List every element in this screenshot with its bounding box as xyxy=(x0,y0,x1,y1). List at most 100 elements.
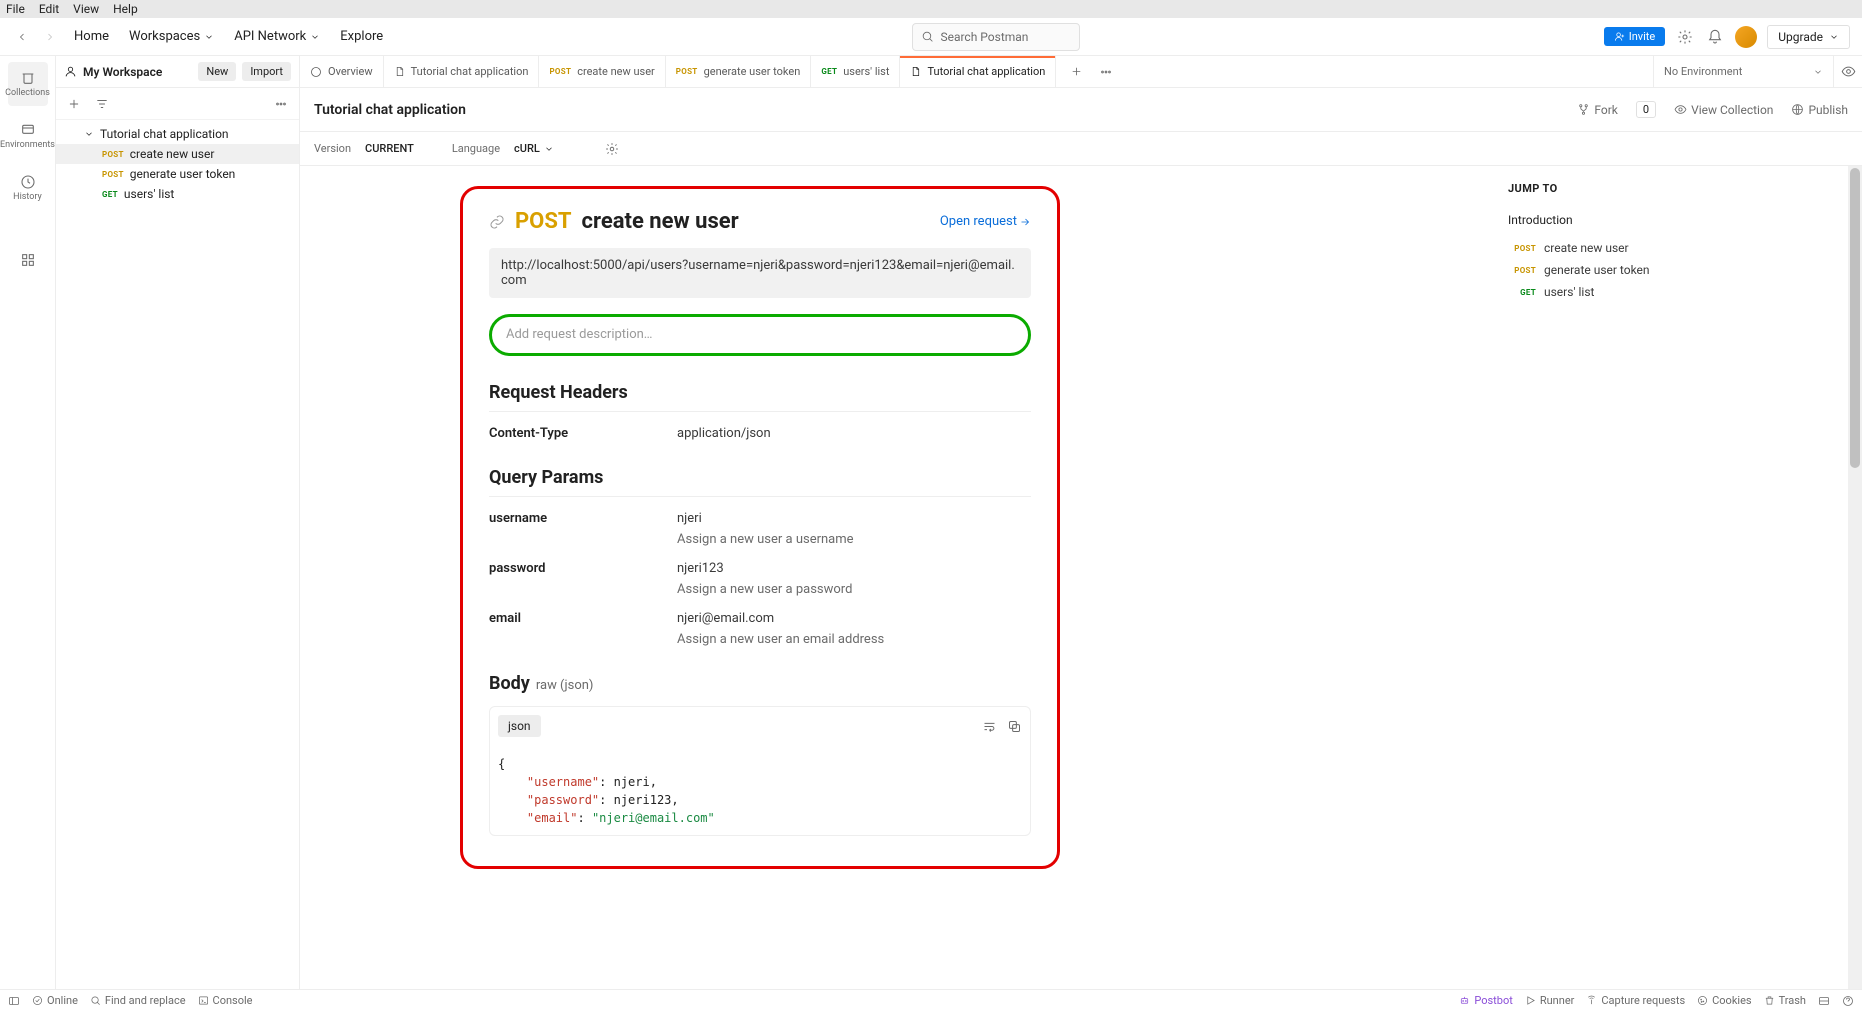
layout-icon[interactable] xyxy=(1818,995,1830,1007)
jump-to-panel: JUMP TO Introduction POSTcreate new user… xyxy=(1488,166,1848,989)
nav-home[interactable]: Home xyxy=(68,25,115,48)
status-trash[interactable]: Trash xyxy=(1764,994,1806,1007)
environment-select[interactable]: No Environment xyxy=(1654,56,1834,87)
main: OverviewTutorial chat applicationPOSTcre… xyxy=(300,56,1862,989)
nav-forward-icon[interactable] xyxy=(40,27,60,47)
filter-icon[interactable] xyxy=(92,94,112,114)
avatar[interactable] xyxy=(1735,26,1757,48)
section-request-headers: Request Headers xyxy=(489,382,1031,412)
jump-to-title: JUMP TO xyxy=(1508,182,1828,195)
tab-more-icon[interactable] xyxy=(1096,62,1116,82)
status-online[interactable]: Online xyxy=(32,994,78,1007)
link-icon[interactable] xyxy=(489,214,505,230)
collection-tree: Tutorial chat application POSTcreate new… xyxy=(56,120,299,208)
menu-edit[interactable]: Edit xyxy=(39,2,59,16)
nav-back-icon[interactable] xyxy=(12,27,32,47)
status-postbot[interactable]: Postbot xyxy=(1459,994,1512,1007)
rail-collections[interactable]: Collections xyxy=(8,62,48,106)
status-capture[interactable]: Capture requests xyxy=(1586,994,1685,1007)
invite-button[interactable]: Invite xyxy=(1604,27,1666,46)
more-icon[interactable] xyxy=(271,94,291,114)
jump-item[interactable]: GETusers' list xyxy=(1508,281,1828,303)
request-name: create new user xyxy=(582,209,930,234)
status-console[interactable]: Console xyxy=(198,994,253,1007)
sidebar-rail: Collections Environments History xyxy=(0,56,56,989)
tree-request[interactable]: POSTcreate new user xyxy=(56,144,299,164)
antenna-icon xyxy=(1586,995,1597,1006)
status-bar: Online Find and replace Console Postbot … xyxy=(0,989,1862,1011)
tree-request[interactable]: GETusers' list xyxy=(56,184,299,204)
menubar: File Edit View Help xyxy=(0,0,1862,18)
upgrade-button[interactable]: Upgrade xyxy=(1767,25,1850,49)
wrap-icon[interactable] xyxy=(982,719,997,734)
search-icon xyxy=(90,995,101,1006)
settings-icon[interactable] xyxy=(1675,27,1695,47)
open-request-link[interactable]: Open request xyxy=(940,214,1031,229)
tab[interactable]: Tutorial chat application xyxy=(384,56,540,87)
body-tab-json[interactable]: json xyxy=(498,715,541,737)
topnav: Home Workspaces API Network Explore Sear… xyxy=(0,18,1862,56)
new-button[interactable]: New xyxy=(198,62,236,81)
section-query-params: Query Params xyxy=(489,467,1031,497)
grid-icon xyxy=(20,252,36,268)
nav-workspaces[interactable]: Workspaces xyxy=(123,25,220,48)
menu-file[interactable]: File xyxy=(6,2,25,16)
tree-collection[interactable]: Tutorial chat application xyxy=(56,124,299,144)
copy-icon[interactable] xyxy=(1007,719,1022,734)
version-value: CURRENT xyxy=(365,142,414,155)
rail-environments[interactable]: Environments xyxy=(8,114,48,158)
body-code-card: json { "username": njeri, "password": nj… xyxy=(489,706,1031,836)
jump-item[interactable]: POSTgenerate user token xyxy=(1508,259,1828,281)
request-method: POST xyxy=(515,209,572,234)
tab[interactable]: GETusers' list xyxy=(811,56,900,87)
param-description: Assign a new user a password xyxy=(677,582,1031,597)
jump-intro[interactable]: Introduction xyxy=(1508,209,1828,231)
new-tab-icon[interactable] xyxy=(1066,62,1086,82)
tab[interactable]: POSTgenerate user token xyxy=(666,56,812,87)
param-description: Assign a new user a username xyxy=(677,532,1031,547)
request-description-input[interactable]: Add request description… xyxy=(489,314,1031,356)
bot-icon xyxy=(1459,995,1470,1006)
rail-history[interactable]: History xyxy=(8,166,48,210)
help-icon[interactable] xyxy=(1842,995,1854,1007)
jump-item[interactable]: POSTcreate new user xyxy=(1508,237,1828,259)
fork-button[interactable]: Fork xyxy=(1577,103,1618,117)
user-plus-icon xyxy=(1614,31,1625,42)
chevron-down-icon xyxy=(544,144,554,154)
tab[interactable]: Overview xyxy=(300,56,384,87)
globe-icon xyxy=(1791,103,1804,116)
param-row: emailnjeri@email.com xyxy=(489,611,1031,626)
tab[interactable]: POSTcreate new user xyxy=(539,56,665,87)
menu-help[interactable]: Help xyxy=(113,2,138,16)
nav-api-network[interactable]: API Network xyxy=(228,25,326,48)
environment-preview-icon[interactable] xyxy=(1834,56,1862,87)
rail-more[interactable] xyxy=(8,238,48,282)
request-url: http://localhost:5000/api/users?username… xyxy=(489,248,1031,298)
publish-button[interactable]: Publish xyxy=(1791,103,1848,117)
doc-content: POST create new user Open request http:/… xyxy=(300,166,1488,989)
nav-explore[interactable]: Explore xyxy=(334,25,389,48)
scrollbar[interactable] xyxy=(1848,166,1862,989)
status-runner[interactable]: Runner xyxy=(1525,994,1575,1007)
chevron-down-icon xyxy=(1829,32,1839,42)
add-icon[interactable] xyxy=(64,94,84,114)
status-find-replace[interactable]: Find and replace xyxy=(90,994,186,1007)
panel-icon[interactable] xyxy=(8,995,20,1007)
tree-request[interactable]: POSTgenerate user token xyxy=(56,164,299,184)
search-input[interactable]: Search Postman xyxy=(912,23,1080,51)
environments-icon xyxy=(20,122,36,138)
menu-view[interactable]: View xyxy=(73,2,99,16)
doc-title: Tutorial chat application xyxy=(314,102,1559,118)
arrow-right-icon xyxy=(1019,216,1031,228)
tab[interactable]: Tutorial chat application xyxy=(900,56,1056,87)
language-select[interactable]: cURL xyxy=(514,142,554,155)
doc-settings-icon[interactable] xyxy=(602,139,622,159)
chevron-down-icon xyxy=(1813,67,1823,77)
history-icon xyxy=(20,174,36,190)
status-cookies[interactable]: Cookies xyxy=(1697,994,1751,1007)
chevron-down-icon xyxy=(84,129,94,139)
bell-icon[interactable] xyxy=(1705,27,1725,47)
import-button[interactable]: Import xyxy=(242,62,291,81)
view-collection-button[interactable]: View Collection xyxy=(1674,103,1773,117)
body-subtype: raw (json) xyxy=(536,678,594,693)
